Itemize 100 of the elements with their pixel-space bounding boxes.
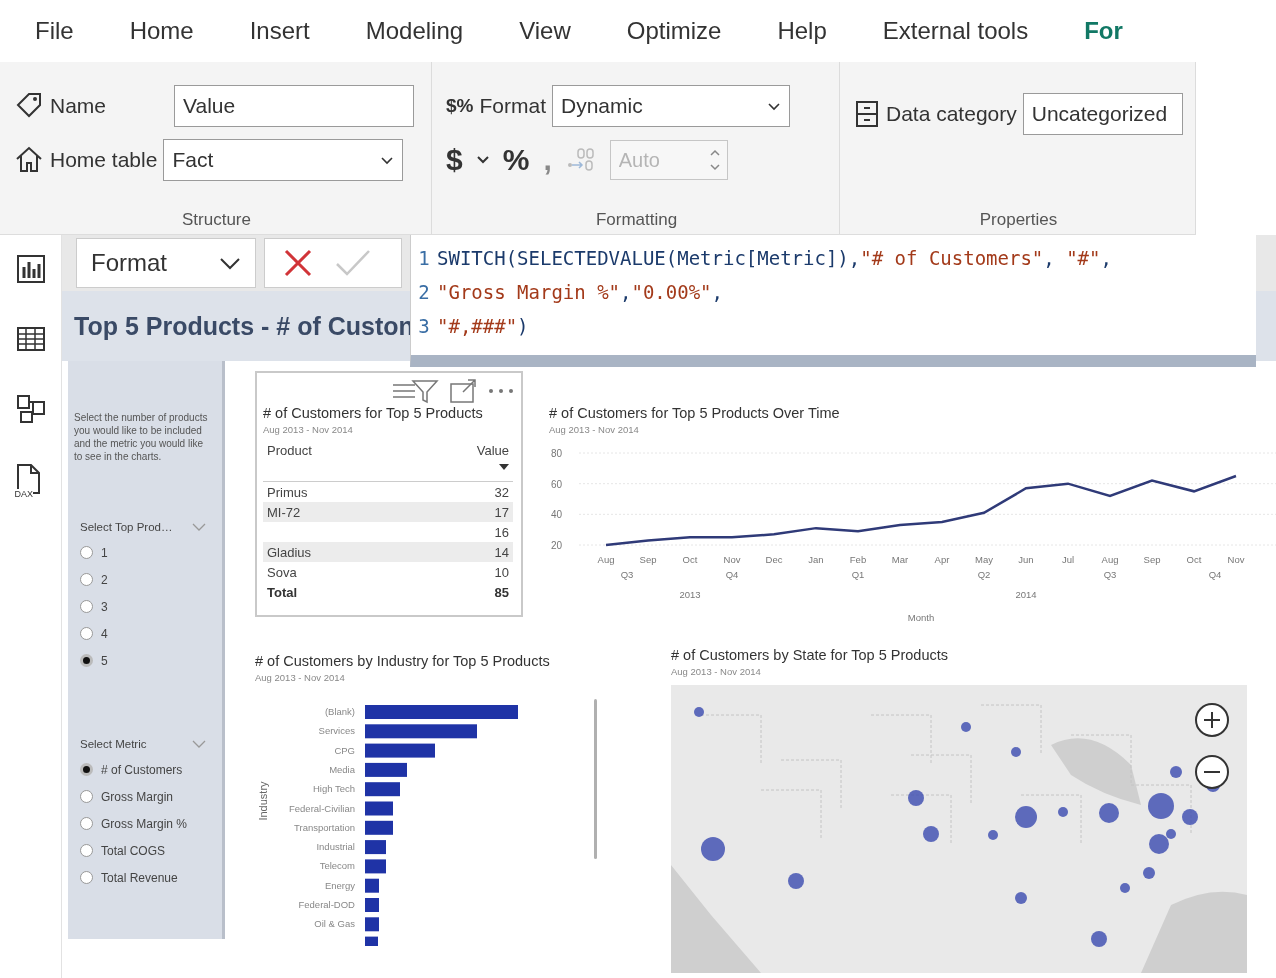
menu-tab[interactable]: Optimize [626,17,722,45]
quarter-label: Q1 [851,569,865,580]
format-icon: $% [446,95,474,117]
line-number: 3 [417,315,431,337]
radio-button[interactable] [80,654,93,667]
radio-button[interactable] [80,763,93,776]
currency-button[interactable]: $ [446,143,463,177]
name-field[interactable]: Value [174,85,414,127]
category-label: Energy [324,879,355,891]
column-header[interactable]: Product [263,443,405,482]
category-label: Oil & Gas [314,918,355,930]
line-number: 1 [417,247,431,269]
menu-tab[interactable]: Help [777,17,827,45]
year-label: 2013 [679,589,701,600]
code-line: SWITCH(SELECTEDVALUE(Metric[Metric]),"# of Customers", "#", [437,247,1112,269]
option-label: 2 [101,572,108,587]
radio-button[interactable] [80,817,93,830]
menu-tab[interactable]: External tools [882,17,1029,45]
menu-tab[interactable]: For [1084,17,1123,45]
slicer-title: Select Metric [80,738,147,750]
plus-icon [1203,711,1221,729]
x-axis-label: Aug [1101,554,1119,565]
chart-subtitle: Aug 2013 - Nov 2014 [255,672,346,683]
option-label: 5 [101,653,108,668]
chart-subtitle: Aug 2013 - Nov 2014 [549,424,640,435]
option-label: Total Revenue [101,870,178,885]
x-axis-label: Nov [723,554,741,565]
x-axis-label: Jan [808,554,824,565]
radio-button[interactable] [80,627,93,640]
measure-dropdown[interactable]: Format [76,238,256,288]
bar [365,762,407,777]
dax-view-button[interactable]: DAX [14,463,47,499]
x-axis-label: Apr [934,554,950,565]
x-axis-label: Jul [1061,554,1075,565]
chevron-down-icon[interactable] [192,522,206,532]
formula-editor[interactable]: 1 SWITCH(SELECTEDVALUE(Metric[Metric]),"# of Customers", "#", 2 "Gross Margin %","0.00%", 3 "#,###") [410,235,1256,367]
bar [365,820,393,835]
bar [365,859,386,874]
report-view-icon[interactable] [14,253,47,285]
menu-tab[interactable]: View [519,17,571,45]
x-axis-label: Nov [1227,554,1245,565]
year-label: 2014 [1015,589,1037,600]
category-label: Media [329,763,355,775]
radio-button[interactable] [80,790,93,803]
slicer-title: Select Top Prod… [80,521,173,533]
bar [365,840,386,855]
percent-button[interactable]: % [502,143,530,177]
radio-button[interactable] [80,573,93,586]
group-label: Properties [978,210,1059,231]
x-axis-label: Jun [1018,554,1034,565]
visual-subtitle: Aug 2013 - Nov 2014 [263,424,354,435]
menu-tab[interactable]: File [35,17,74,45]
home-table-dropdown[interactable]: Fact [163,139,404,181]
focus-mode-icon[interactable] [449,378,477,404]
category-label: (Blank) [324,706,355,717]
chevron-down-icon[interactable] [192,739,206,749]
radio-button[interactable] [80,546,93,559]
code-line: "#,###") [437,315,529,337]
menu-tab[interactable]: Insert [249,17,310,45]
bar [365,801,393,816]
filter-icon[interactable] [391,377,439,405]
dropdown-caret-icon [767,100,781,112]
menu-tab[interactable]: Home [129,17,194,45]
option-label: Gross Margin [101,789,174,804]
option-label: Gross Margin % [101,816,188,831]
radio-button[interactable] [80,600,93,613]
table-cell: 16 [404,522,513,542]
check-icon[interactable] [335,248,371,278]
category-label: Industrial [316,841,355,853]
x-axis-title: Month [907,612,935,623]
radio-button[interactable] [80,844,93,857]
caret-icon [476,155,489,165]
group-label: Formatting [594,210,679,231]
sort-descending-icon [499,464,509,470]
category-label: Federal-DOD [298,899,355,910]
cancel-icon[interactable] [283,248,313,278]
x-axis-label: Oct [1186,554,1202,565]
model-view-icon[interactable] [14,393,47,425]
minus-icon [1203,770,1221,774]
column-header[interactable]: Value [404,443,513,482]
x-axis-label: Mar [891,554,909,565]
menu-tab[interactable]: Modeling [365,17,464,45]
option-label: Total COGS [101,843,166,858]
total-value: 85 [493,583,510,602]
type-dropdown[interactable]: Dynamic [552,85,790,127]
table-cell: 17 [404,502,513,522]
field-label: Home table [50,148,158,172]
x-axis-label: Feb [849,554,867,565]
category-label: Federal-Civilian [289,802,355,814]
chevron-down-icon [219,256,241,270]
chart-title: # of Customers for Top 5 Products Over Time [549,405,841,421]
data-category-icon [854,99,880,129]
data-category-dropdown[interactable]: Uncategorized [1022,93,1183,135]
y-axis-label: 80 [551,448,563,459]
category-label: Services [318,725,355,737]
bar [365,936,378,946]
chart-subtitle: Aug 2013 - Nov 2014 [671,666,762,677]
radio-button[interactable] [80,871,93,884]
more-options-icon[interactable] [487,387,515,395]
bar [365,917,379,932]
